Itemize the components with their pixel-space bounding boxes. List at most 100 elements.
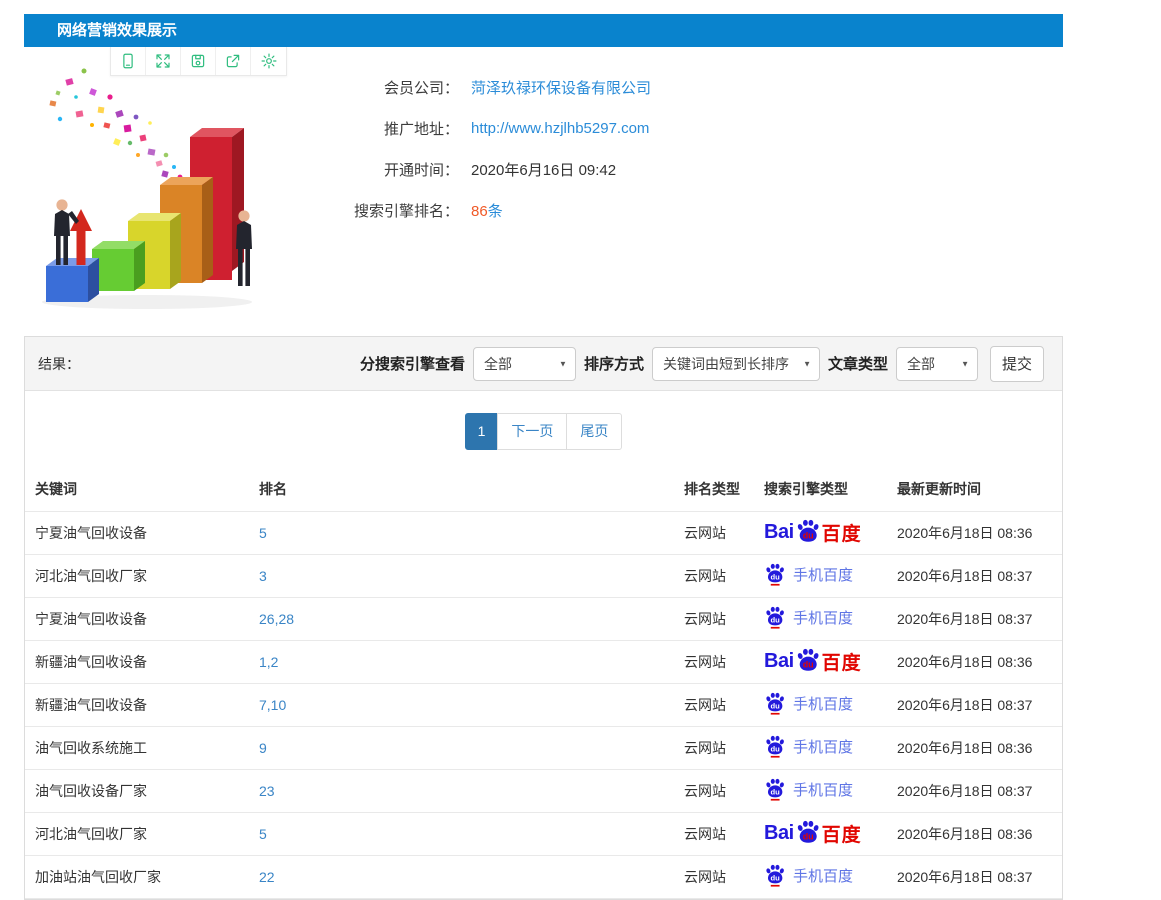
promo-url-link[interactable]: http://www.hzjlhb5297.com — [471, 120, 649, 137]
rank-type-text: 云网站 — [684, 869, 726, 885]
confetti-dots — [49, 69, 182, 180]
settings-button[interactable] — [251, 47, 286, 75]
update-time-cell: 2020年6月18日 08:36 — [887, 812, 1062, 855]
keyword-text: 河北油气回收厂家 — [35, 826, 147, 842]
pagination: 1 下一页 尾页 — [25, 391, 1062, 468]
sort-select[interactable]: 关键词由短到长排序 — [652, 347, 820, 381]
rank-unit: 条 — [488, 203, 503, 220]
update-time-cell: 2020年6月18日 08:37 — [887, 855, 1062, 898]
update-time-cell: 2020年6月18日 08:37 — [887, 597, 1062, 640]
engine-filter-wrap: 全部 — [473, 347, 576, 381]
rank-cell: 26,28 — [249, 597, 674, 640]
col-header-engine-type: 搜索引擎类型 — [754, 468, 887, 511]
last-page-button[interactable]: 尾页 — [566, 413, 622, 450]
svg-text:du: du — [771, 787, 781, 796]
mini-toolbar — [110, 47, 287, 76]
baidu-logo-bai: Bai — [764, 521, 794, 544]
results-panel: 结果： 分搜索引擎查看 全部 排序方式 关键词由短到长排序 文章类型 — [24, 336, 1063, 900]
rank-cell: 5 — [249, 511, 674, 554]
rank-type-text: 云网站 — [684, 826, 726, 842]
keyword-text: 宁夏油气回收设备 — [35, 525, 147, 541]
next-page-button[interactable]: 下一页 — [497, 413, 567, 450]
filter-controls: 分搜索引擎查看 全部 排序方式 关键词由短到长排序 文章类型 全部 — [360, 346, 1044, 382]
baidu-logo: Bai du 百度 — [764, 820, 862, 847]
baidu-paw-icon: du — [795, 820, 821, 844]
svg-text:du: du — [802, 831, 813, 841]
rank-link[interactable]: 23 — [259, 783, 275, 799]
rank-link[interactable]: 22 — [259, 869, 275, 885]
fullscreen-icon — [154, 52, 172, 70]
page-container: 网络营销效果展示 — [24, 14, 1063, 900]
submit-button[interactable]: 提交 — [990, 346, 1044, 382]
update-time-cell: 2020年6月18日 08:36 — [887, 640, 1062, 683]
article-type-select[interactable]: 全部 — [896, 347, 978, 381]
mobile-baidu-logo: du 手机百度 — [764, 692, 853, 715]
promo-url-label: 推广地址： — [324, 118, 459, 139]
keyword-text: 油气回收设备厂家 — [35, 783, 147, 799]
rank-type-text: 云网站 — [684, 568, 726, 584]
engine-cell: Bai du 百度 du — [754, 640, 887, 683]
bar-blue — [46, 258, 99, 302]
rank-link[interactable]: 26,28 — [259, 611, 294, 627]
save-button[interactable] — [181, 47, 216, 75]
mobile-baidu-logo: du 手机百度 — [764, 735, 853, 758]
rank-type-cell: 云网站 — [674, 769, 754, 812]
bar-green — [92, 241, 145, 291]
keyword-text: 河北油气回收厂家 — [35, 568, 147, 584]
update-time-text: 2020年6月18日 08:36 — [897, 654, 1032, 670]
info-row-open-time: 开通时间： 2020年6月16日 09:42 — [324, 157, 651, 181]
rank-type-cell: 云网站 — [674, 597, 754, 640]
info-row-rank-count: 搜索引擎排名： 86条 — [324, 198, 651, 222]
gear-icon — [260, 52, 278, 70]
rank-type-text: 云网站 — [684, 654, 726, 670]
rank-link[interactable]: 9 — [259, 740, 267, 756]
table-row: 宁夏油气回收设备 26,28 云网站 Bai du 百度 — [25, 597, 1062, 640]
table-row: 宁夏油气回收设备 5 云网站 Bai du 百度 — [25, 511, 1062, 554]
engine-filter-label: 分搜索引擎查看 — [360, 353, 465, 374]
baidu-logo-cn: 百度 — [822, 519, 862, 546]
keyword-cell: 新疆油气回收设备 — [25, 683, 249, 726]
share-button[interactable] — [216, 47, 251, 75]
rank-cell: 1,2 — [249, 640, 674, 683]
results-table: 关键词 排名 排名类型 搜索引擎类型 最新更新时间 宁夏油气回收设备 5 云网站… — [25, 468, 1062, 899]
rank-type-cell: 云网站 — [674, 812, 754, 855]
mobile-view-button[interactable] — [111, 47, 146, 75]
svg-text:du: du — [771, 615, 781, 624]
update-time-cell: 2020年6月18日 08:36 — [887, 726, 1062, 769]
page-1-button[interactable]: 1 — [465, 413, 499, 450]
page-title: 网络营销效果展示 — [24, 14, 1063, 47]
mobile-baidu-label: 手机百度 — [793, 693, 853, 714]
sort-label: 排序方式 — [584, 353, 644, 374]
keyword-cell: 油气回收系统施工 — [25, 726, 249, 769]
keyword-text: 新疆油气回收设备 — [35, 697, 147, 713]
update-time-text: 2020年6月18日 08:37 — [897, 783, 1032, 799]
update-time-text: 2020年6月18日 08:37 — [897, 869, 1032, 885]
rank-link[interactable]: 5 — [259, 826, 267, 842]
fullscreen-button[interactable] — [146, 47, 181, 75]
keyword-text: 宁夏油气回收设备 — [35, 611, 147, 627]
mobile-baidu-label: 手机百度 — [793, 736, 853, 757]
table-row: 油气回收系统施工 9 云网站 Bai du 百度 — [25, 726, 1062, 769]
rank-type-cell: 云网站 — [674, 511, 754, 554]
rank-type-cell: 云网站 — [674, 726, 754, 769]
engine-cell: Bai du 百度 du — [754, 726, 887, 769]
rank-type-text: 云网站 — [684, 783, 726, 799]
keyword-cell: 宁夏油气回收设备 — [25, 511, 249, 554]
mobile-baidu-paw-icon: du — [764, 692, 786, 715]
table-row: 新疆油气回收设备 7,10 云网站 Bai du 百度 — [25, 683, 1062, 726]
rank-link[interactable]: 1,2 — [259, 654, 278, 670]
table-row: 河北油气回收厂家 3 云网站 Bai du 百度 — [25, 554, 1062, 597]
company-link[interactable]: 菏泽玖禄环保设备有限公司 — [471, 77, 651, 98]
mobile-baidu-logo: du 手机百度 — [764, 864, 853, 887]
mobile-baidu-paw-icon: du — [764, 864, 786, 887]
rank-link[interactable]: 7,10 — [259, 697, 286, 713]
result-label: 结果： — [38, 354, 80, 374]
svg-text:du: du — [802, 659, 813, 669]
rank-link[interactable]: 5 — [259, 525, 267, 541]
table-row: 加油站油气回收厂家 22 云网站 Bai du 百度 — [25, 855, 1062, 898]
rank-link[interactable]: 3 — [259, 568, 267, 584]
keyword-cell: 河北油气回收厂家 — [25, 812, 249, 855]
baidu-logo-bai: Bai — [764, 650, 794, 673]
engine-filter-select[interactable]: 全部 — [473, 347, 576, 381]
engine-cell: Bai du 百度 du — [754, 769, 887, 812]
